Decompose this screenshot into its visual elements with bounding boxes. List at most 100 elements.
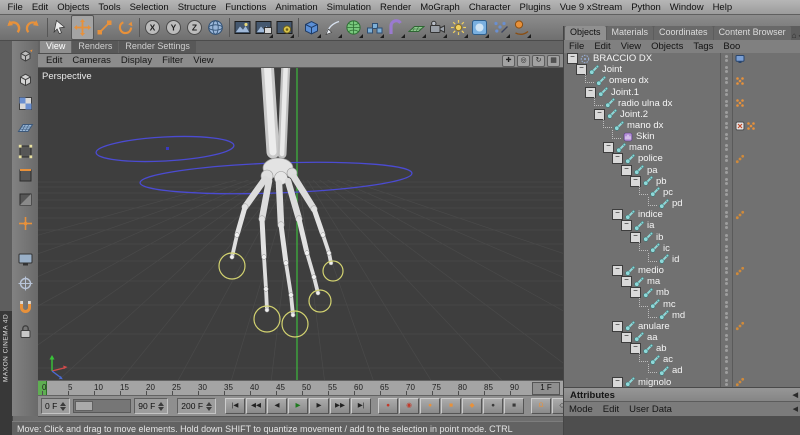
add-subdivision-surface-icon[interactable] <box>343 16 364 39</box>
visibility-toggles[interactable] <box>721 108 733 120</box>
add-floor-icon[interactable] <box>406 16 427 39</box>
weights-tag-icon[interactable] <box>735 98 745 108</box>
render-view-icon[interactable] <box>232 16 253 39</box>
tree-item-mignolo[interactable]: − mignolo <box>564 376 800 388</box>
viewport-menu-view[interactable]: View <box>188 55 218 66</box>
tab-coordinates[interactable]: Coordinates <box>654 26 713 40</box>
lock-z-axis-icon[interactable]: Z <box>184 16 205 39</box>
visibility-toggles[interactable] <box>721 276 733 288</box>
om-menu-view[interactable]: View <box>616 41 646 52</box>
undo-icon[interactable] <box>2 16 23 39</box>
visibility-toggles[interactable] <box>721 119 733 132</box>
preview-range-slider[interactable] <box>73 399 132 413</box>
collapse-expander-icon[interactable]: − <box>621 164 632 176</box>
rotate-tool-icon[interactable] <box>115 16 136 39</box>
points-mode-icon[interactable] <box>14 140 36 162</box>
pan-view-icon[interactable]: ✚ <box>502 54 515 67</box>
menu-python[interactable]: Python <box>627 2 666 13</box>
tree-item-joint-2[interactable]: − Joint.2 <box>564 108 800 120</box>
rotate-view-icon[interactable]: ↻ <box>532 54 545 67</box>
next-frame-button[interactable]: ▶ <box>309 398 330 414</box>
expression-tag-icon[interactable] <box>735 121 745 131</box>
tree-item-medio[interactable]: − medio <box>564 265 800 277</box>
menu-render[interactable]: Render <box>376 2 416 13</box>
tree-item-ad[interactable]: ad <box>564 364 800 377</box>
menu-mograph[interactable]: MoGraph <box>416 2 465 13</box>
tab-materials[interactable]: Materials <box>606 26 654 40</box>
tree-item-anulare[interactable]: − anulare <box>564 320 800 332</box>
visibility-toggles[interactable] <box>721 354 733 366</box>
collapse-arrow-icon[interactable]: ◀ <box>793 405 798 413</box>
viewport-menu-edit[interactable]: Edit <box>41 55 67 66</box>
collapse-expander-icon[interactable]: − <box>612 265 623 277</box>
previous-key-button[interactable]: ◀◀ <box>246 398 267 414</box>
viewport-menu-display[interactable]: Display <box>116 55 157 66</box>
tree-item-mano[interactable]: − mano <box>564 142 800 154</box>
visibility-toggles[interactable] <box>721 220 733 232</box>
om-menu-tags[interactable]: Tags <box>688 41 718 52</box>
project-length-field[interactable]: 200 F <box>177 398 217 414</box>
visibility-toggles[interactable] <box>721 376 733 388</box>
visibility-toggles[interactable] <box>721 298 733 310</box>
attr-menu-user-data[interactable]: User Data <box>624 404 677 415</box>
lock-y-axis-icon[interactable]: Y <box>163 16 184 39</box>
coordinate-system-icon[interactable] <box>205 16 226 39</box>
visibility-toggles[interactable] <box>721 309 733 321</box>
spinner-arrows[interactable] <box>158 401 165 411</box>
collapse-expander-icon[interactable]: − <box>621 276 632 288</box>
visibility-toggles[interactable] <box>721 320 733 332</box>
menu-functions[interactable]: Functions <box>221 2 271 13</box>
om-menu-boo[interactable]: Boo <box>718 41 745 52</box>
menu-character[interactable]: Character <box>464 2 515 13</box>
collapse-expander-icon[interactable]: − <box>621 331 632 343</box>
visibility-toggles[interactable] <box>721 153 733 165</box>
timeline-ruler[interactable]: 1 F 0 5 10 15 20 25 30 35 40 45 50 55 60 65 70 75 80 85 90 <box>38 380 563 396</box>
tree-item-ia[interactable]: − ia <box>564 220 800 232</box>
visibility-toggles[interactable] <box>721 287 733 299</box>
om-menu-edit[interactable]: Edit <box>589 41 615 52</box>
tree-item-police[interactable]: − police <box>564 153 800 165</box>
visibility-toggles[interactable] <box>721 253 733 265</box>
tab-render-settings[interactable]: Render Settings <box>119 40 196 53</box>
collapse-expander-icon[interactable]: − <box>567 53 578 65</box>
zoom-view-icon[interactable]: ◎ <box>517 54 530 67</box>
weights-tag-icon[interactable] <box>735 76 745 86</box>
visibility-toggles[interactable] <box>721 131 733 143</box>
display-tag-icon[interactable] <box>735 54 745 64</box>
add-particles-icon[interactable] <box>490 16 511 39</box>
edges-mode-icon[interactable] <box>14 164 36 186</box>
tab-renders[interactable]: Renders <box>72 40 119 53</box>
tab-view[interactable]: View <box>40 40 72 53</box>
render-picture-viewer-icon[interactable] <box>253 16 274 39</box>
visibility-toggles[interactable] <box>721 164 733 176</box>
scale-tool-icon[interactable] <box>94 16 115 39</box>
menu-animation[interactable]: Animation <box>271 2 322 13</box>
attributes-panel-header[interactable]: Attributes ◀ <box>564 387 800 402</box>
visibility-toggles[interactable] <box>721 142 733 154</box>
attr-menu-edit[interactable]: Edit <box>598 404 624 415</box>
add-sky-icon[interactable] <box>469 16 490 39</box>
record-parameter-toggle[interactable]: ● <box>483 398 504 414</box>
tree-item-mc[interactable]: mc <box>564 297 800 310</box>
home-icon[interactable]: ⌂ <box>792 31 797 40</box>
add-dynamics-icon[interactable] <box>511 16 532 39</box>
menu-window[interactable]: Window <box>665 2 708 13</box>
visibility-toggles[interactable] <box>721 64 733 76</box>
ik-tag-icon[interactable] <box>735 210 745 220</box>
tree-item-pc[interactable]: pc <box>564 185 800 199</box>
texture-mode-icon[interactable] <box>14 92 36 114</box>
preview-start-field[interactable]: 0 F <box>41 398 71 414</box>
preview-end-field[interactable]: 90 F <box>134 398 169 414</box>
tree-item-braccio-dx[interactable]: − BRACCIO DX <box>564 53 800 65</box>
move-tool-icon[interactable] <box>71 14 94 40</box>
record-rotation-toggle[interactable]: ◆ <box>462 398 483 414</box>
add-primitive-icon[interactable] <box>301 16 322 39</box>
collapse-expander-icon[interactable]: − <box>603 142 614 154</box>
record-position-toggle[interactable]: ● <box>420 398 441 414</box>
range-slider-handle[interactable] <box>75 401 94 411</box>
tree-item-joint[interactable]: − Joint <box>564 64 800 76</box>
tree-item-aa[interactable]: − aa <box>564 331 800 344</box>
viewport-canvas[interactable]: Perspective <box>38 68 563 380</box>
tree-item-mb[interactable]: − mb <box>564 287 800 299</box>
workplane-mode-icon[interactable] <box>14 116 36 138</box>
